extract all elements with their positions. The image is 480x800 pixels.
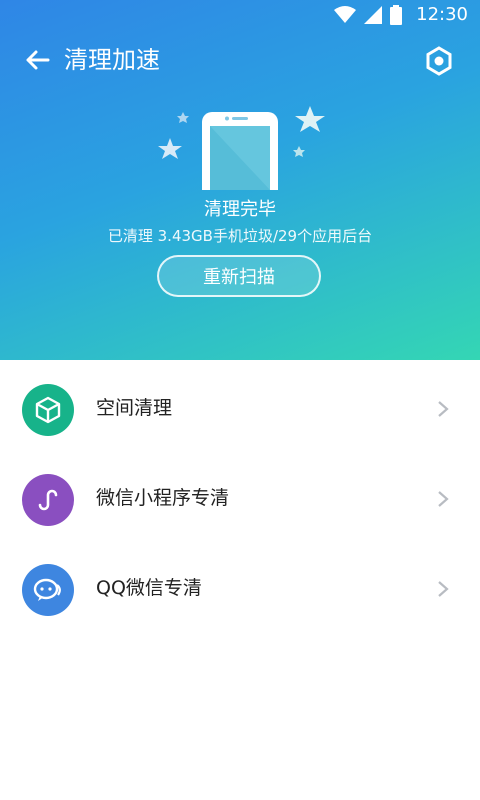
rescan-button[interactable]: 重新扫描 xyxy=(157,255,321,297)
chevron-right-icon xyxy=(438,581,449,597)
chat-bubble-icon xyxy=(22,564,74,616)
star-icon xyxy=(177,112,189,123)
back-button[interactable] xyxy=(22,44,54,76)
chevron-right-icon xyxy=(438,401,449,417)
chevron-right-icon xyxy=(438,491,449,507)
battery-icon xyxy=(390,4,403,25)
hexagon-settings-icon xyxy=(426,46,452,76)
list-item-label: 微信小程序专清 xyxy=(96,487,230,509)
star-icon xyxy=(158,138,182,159)
signal-icon xyxy=(364,5,383,24)
list-item-label: 空间清理 xyxy=(96,397,173,419)
star-icon xyxy=(295,106,325,132)
page-title: 清理加速 xyxy=(64,46,160,74)
clean-summary: 已清理 3.43GB手机垃圾/29个应用后台 xyxy=(107,227,373,245)
list-item-wechat-miniprogram[interactable]: 微信小程序专清 xyxy=(0,450,480,540)
list-item-space-clean[interactable]: 空间清理 xyxy=(0,360,480,450)
wifi-icon xyxy=(334,5,357,23)
mini-program-icon xyxy=(22,474,74,526)
clean-complete-text: 清理完毕 xyxy=(204,199,276,220)
list-item-qq-wechat-clean[interactable]: QQ微信专清 xyxy=(0,540,480,630)
top-bar: 清理加速 xyxy=(0,38,480,82)
status-bar: 12:30 xyxy=(0,0,480,30)
back-arrow-icon xyxy=(26,50,50,70)
list-item-label: QQ微信专清 xyxy=(96,577,202,599)
phone-illustration xyxy=(150,100,330,202)
star-icon xyxy=(293,146,305,157)
settings-button[interactable] xyxy=(422,44,456,78)
feature-list: 空间清理 微信小程序专清 QQ微信专清 xyxy=(0,360,480,630)
box-icon xyxy=(22,384,74,436)
hero-banner: 12:30 清理加速 清理完毕 已清理 3.43GB手机垃圾/29个应用后台 重… xyxy=(0,0,480,360)
status-icons: 12:30 xyxy=(334,4,468,25)
status-time: 12:30 xyxy=(416,4,468,25)
